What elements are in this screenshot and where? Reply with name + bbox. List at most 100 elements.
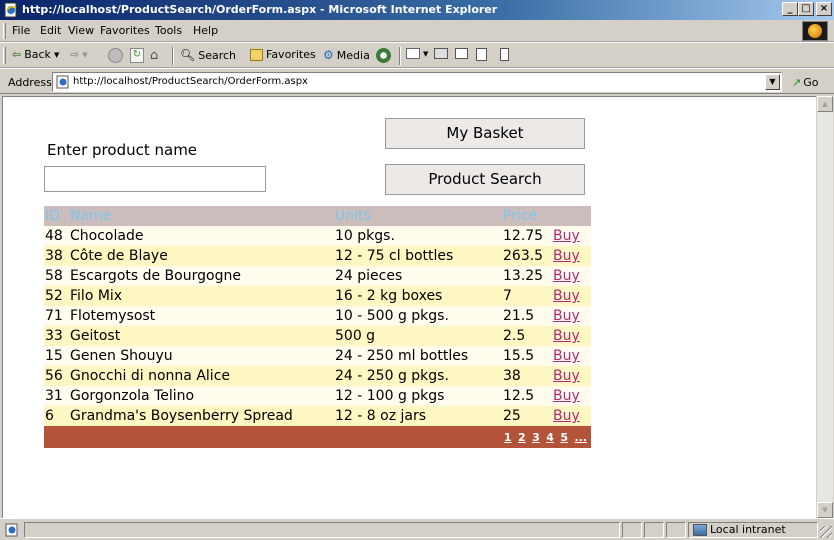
search-button[interactable]: 🔍︎ Search: [180, 48, 236, 62]
column-header-action: [552, 206, 591, 226]
table-row: 15 Genen Shouyu 24 - 250 ml bottles 15.5…: [44, 346, 591, 366]
history-button[interactable]: [376, 48, 391, 63]
product-search-button[interactable]: Product Search: [385, 164, 585, 195]
messenger-button[interactable]: [500, 48, 509, 61]
go-label: Go: [803, 76, 819, 89]
mail-icon: [406, 48, 420, 59]
refresh-button[interactable]: ↻: [130, 48, 144, 63]
discuss-icon: [476, 48, 487, 61]
page-content: Enter product name My Basket Product Sea…: [2, 96, 816, 518]
stop-icon: [108, 48, 123, 63]
cell-price: 25: [502, 406, 552, 426]
status-pane: [644, 522, 664, 538]
buy-link[interactable]: Buy: [553, 288, 580, 304]
cell-name: Flotemysost: [69, 306, 334, 326]
buy-link[interactable]: Buy: [553, 308, 580, 324]
media-button[interactable]: ⚙ Media: [323, 48, 370, 62]
cell-units: 12 - 8 oz jars: [334, 406, 502, 426]
status-bar: Local intranet: [0, 518, 834, 540]
address-bar: Address http://localhost/ProductSearch/O…: [0, 68, 834, 94]
messenger-icon: [500, 48, 509, 61]
security-zone: Local intranet: [693, 523, 786, 536]
product-name-input[interactable]: [44, 166, 266, 192]
dropdown-arrow-icon: ▼: [53, 50, 60, 59]
favorites-icon: [250, 48, 263, 61]
menu-help[interactable]: Help: [193, 24, 218, 37]
toolbar-grip[interactable]: [3, 47, 6, 64]
buy-link[interactable]: Buy: [553, 268, 580, 284]
back-arrow-icon: ⇦: [12, 48, 22, 61]
menu-edit[interactable]: Edit: [40, 24, 61, 37]
edit-button[interactable]: [455, 48, 468, 59]
pager-link-5[interactable]: 5: [560, 431, 568, 444]
products-table: ID Name Units Price 48 Chocolade 10 pkgs…: [44, 206, 591, 448]
column-header-price[interactable]: Price: [502, 206, 552, 226]
forward-arrow-icon: ⇨: [70, 48, 80, 61]
ie-page-icon: [5, 523, 18, 537]
print-button[interactable]: [434, 48, 448, 59]
menu-tools[interactable]: Tools: [155, 24, 182, 37]
close-button[interactable]: ×: [816, 2, 832, 16]
forward-button[interactable]: ⇨ ▼: [70, 48, 88, 61]
resize-grip[interactable]: [820, 526, 832, 538]
cell-id: 31: [44, 386, 69, 406]
ie-page-icon: [56, 75, 69, 89]
stop-button[interactable]: [108, 48, 123, 63]
cell-id: 33: [44, 326, 69, 346]
status-text-pane: [24, 522, 620, 538]
table-row: 38 Côte de Blaye 12 - 75 cl bottles 263.…: [44, 246, 591, 266]
pager-link-more[interactable]: ...: [574, 431, 587, 444]
standard-toolbar: ⇦ Back ▼ ⇨ ▼ ↻ ⌂ 🔍︎ Search Favorites ⚙ M…: [0, 42, 834, 68]
refresh-icon: ↻: [130, 48, 144, 63]
vertical-scrollbar[interactable]: ▲ ▼: [816, 96, 833, 518]
pager-link-3[interactable]: 3: [532, 431, 540, 444]
favorites-label: Favorites: [266, 48, 316, 61]
column-header-units[interactable]: Units: [334, 206, 502, 226]
history-icon: [376, 48, 391, 63]
pager-link-1[interactable]: 1: [504, 431, 512, 444]
cell-units: 24 - 250 ml bottles: [334, 346, 502, 366]
cell-id: 15: [44, 346, 69, 366]
maximize-button[interactable]: □: [798, 2, 814, 16]
menu-grip[interactable]: [3, 23, 6, 39]
back-button[interactable]: ⇦ Back ▼: [12, 48, 59, 61]
favorites-button[interactable]: Favorites: [250, 48, 316, 61]
media-icon: ⚙: [323, 48, 334, 62]
buy-link[interactable]: Buy: [553, 408, 580, 424]
buy-link[interactable]: Buy: [553, 388, 580, 404]
buy-link[interactable]: Buy: [553, 248, 580, 264]
menu-view[interactable]: View: [68, 24, 94, 37]
edit-icon: [455, 48, 468, 59]
buy-link[interactable]: Buy: [553, 348, 580, 364]
pager-link-2[interactable]: 2: [518, 431, 526, 444]
cell-name: Gnocchi di nonna Alice: [69, 366, 334, 386]
buy-link[interactable]: Buy: [553, 328, 580, 344]
cell-name: Grandma's Boysenberry Spread: [69, 406, 334, 426]
discuss-button[interactable]: [476, 48, 487, 61]
my-basket-button[interactable]: My Basket: [385, 118, 585, 149]
pager: 1 2 3 4 5 ...: [44, 426, 591, 448]
pager-link-4[interactable]: 4: [546, 431, 554, 444]
mail-button[interactable]: ▼: [406, 48, 428, 59]
cell-id: 6: [44, 406, 69, 426]
menu-file[interactable]: File: [12, 24, 30, 37]
buy-link[interactable]: Buy: [553, 368, 580, 384]
table-row: 6 Grandma's Boysenberry Spread 12 - 8 oz…: [44, 406, 591, 426]
column-header-name[interactable]: Name: [69, 206, 334, 226]
cell-price: 38: [502, 366, 552, 386]
cell-id: 48: [44, 226, 69, 246]
menu-favorites[interactable]: Favorites: [100, 24, 150, 37]
go-button[interactable]: ↗ Go: [792, 76, 818, 89]
cell-units: 16 - 2 kg boxes: [334, 286, 502, 306]
minimize-button[interactable]: _: [782, 2, 798, 16]
cell-id: 52: [44, 286, 69, 306]
scroll-up-button[interactable]: ▲: [817, 96, 833, 112]
status-pane: [666, 522, 686, 538]
scroll-down-button[interactable]: ▼: [817, 502, 833, 518]
home-button[interactable]: ⌂: [150, 48, 158, 63]
address-input[interactable]: http://localhost/ProductSearch/OrderForm…: [52, 72, 782, 92]
column-header-id[interactable]: ID: [44, 206, 69, 226]
toolbar-separator: [399, 47, 401, 65]
buy-link[interactable]: Buy: [553, 228, 580, 244]
address-dropdown-button[interactable]: ▼: [765, 74, 780, 90]
